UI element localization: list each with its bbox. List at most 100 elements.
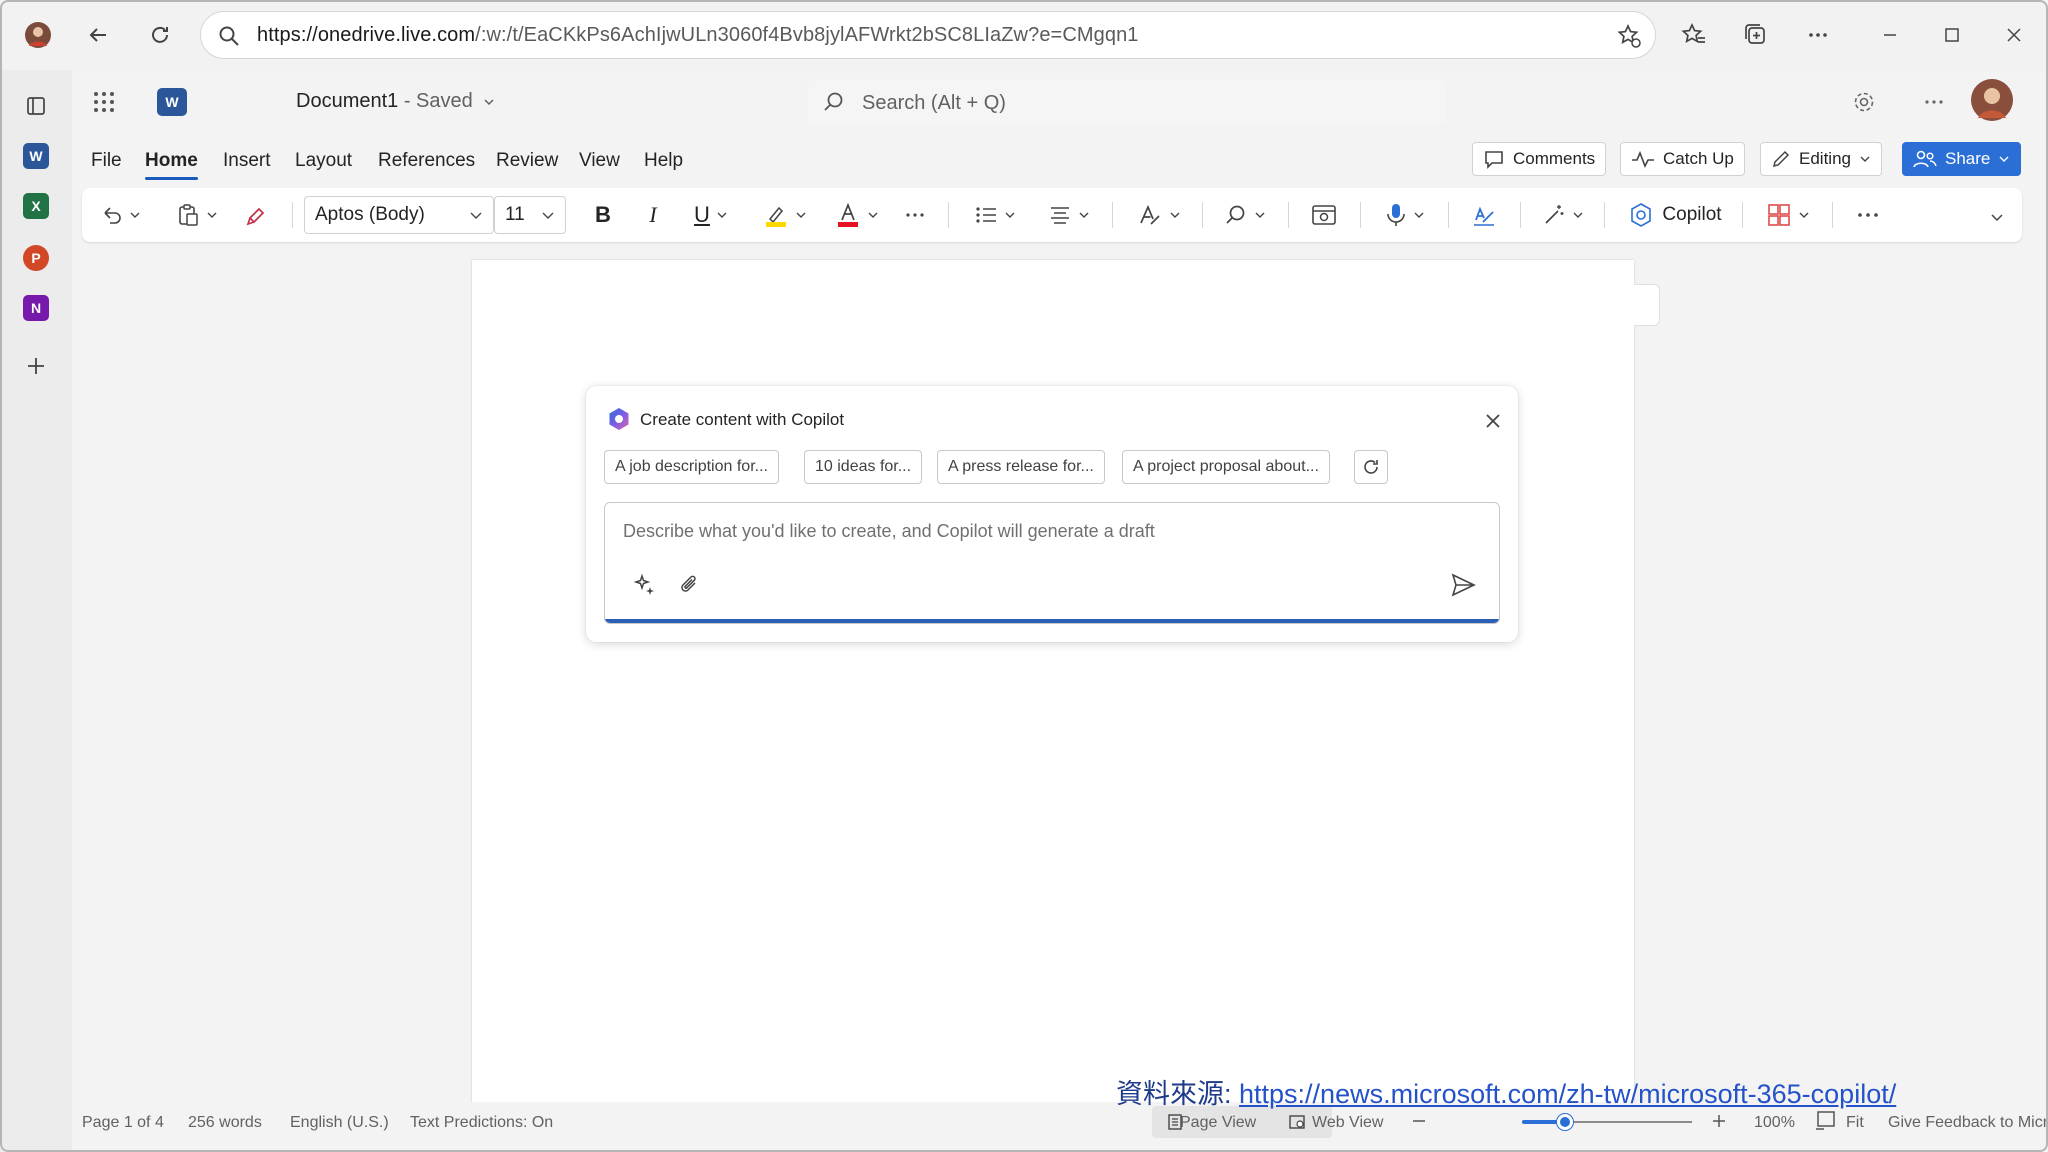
alignment-button[interactable] xyxy=(1042,198,1096,232)
excel-app-icon[interactable]: X xyxy=(20,190,52,222)
underline-glyph: U xyxy=(694,202,710,227)
ribbon-more-button[interactable] xyxy=(1850,198,1886,232)
language-status[interactable]: English (U.S.) xyxy=(290,1114,389,1132)
browser-profile-avatar[interactable] xyxy=(16,13,60,57)
ribbon-separator xyxy=(292,202,293,228)
font-color-button[interactable] xyxy=(830,198,884,232)
immersive-reader-button[interactable] xyxy=(1304,198,1344,232)
collections-icon[interactable] xyxy=(1734,13,1778,57)
styles-button[interactable] xyxy=(1132,198,1186,232)
add-favorite-icon[interactable] xyxy=(1607,14,1651,58)
highlight-color-button[interactable] xyxy=(758,198,812,232)
tab-home[interactable]: Home xyxy=(145,150,198,180)
document-title[interactable]: Document1 - Saved xyxy=(296,90,496,113)
refresh-icon[interactable] xyxy=(138,13,182,57)
powerpoint-app-icon[interactable]: P xyxy=(20,242,52,274)
tab-review[interactable]: Review xyxy=(496,150,558,172)
close-window-icon[interactable] xyxy=(1992,13,2036,57)
comments-button[interactable]: Comments xyxy=(1472,142,1607,176)
chevron-down-icon xyxy=(1799,212,1809,218)
refresh-suggestions-button[interactable] xyxy=(1354,450,1388,484)
address-bar[interactable]: https://onedrive.live.com/:w:/t/EaCKkPs6… xyxy=(200,11,1656,59)
fit-button[interactable]: Fit xyxy=(1774,1114,1864,1132)
zoom-slider-thumb[interactable] xyxy=(1556,1114,1573,1130)
ribbon-separator xyxy=(1360,202,1361,228)
tab-file[interactable]: File xyxy=(91,150,122,172)
format-painter-button[interactable] xyxy=(240,198,274,232)
bullets-button[interactable] xyxy=(968,198,1022,232)
suggestion-chip[interactable]: A press release for... xyxy=(937,450,1105,484)
app-launcher-icon[interactable] xyxy=(82,80,126,124)
zoom-out-icon[interactable] xyxy=(1408,1110,1430,1132)
find-button[interactable] xyxy=(1218,198,1272,232)
url-path: /:w:/t/EaCKkPs6AchIjwULn3060f4Bvb8jylAFW… xyxy=(475,24,1139,46)
catch-up-button[interactable]: Catch Up xyxy=(1620,142,1745,176)
send-icon[interactable] xyxy=(1449,571,1477,599)
word-app-icon[interactable]: W xyxy=(20,140,52,172)
search-box[interactable]: Search (Alt + Q) xyxy=(808,80,1446,124)
share-button[interactable]: Share xyxy=(1902,142,2022,176)
chevron-down-icon xyxy=(1255,212,1265,218)
share-label: Share xyxy=(1945,149,1991,168)
tab-references[interactable]: References xyxy=(378,150,475,172)
tabs-icon[interactable] xyxy=(20,90,52,122)
page-side-tab[interactable] xyxy=(1634,284,1660,326)
source-url-link[interactable]: https://news.microsoft.com/zh-tw/microso… xyxy=(1239,1079,1896,1109)
ribbon-separator xyxy=(1202,202,1203,228)
suggestion-chip[interactable]: 10 ideas for... xyxy=(804,450,923,484)
chevron-down-icon xyxy=(717,212,727,218)
minimize-icon[interactable] xyxy=(1868,13,1912,57)
add-app-icon[interactable] xyxy=(20,350,52,382)
font-size-dropdown[interactable]: 11 xyxy=(494,196,566,234)
editor-button[interactable] xyxy=(1464,198,1504,232)
zoom-level[interactable]: 100% xyxy=(1682,1114,1795,1132)
editing-mode-button[interactable]: Editing xyxy=(1760,142,1882,176)
copilot-label: Copilot xyxy=(1662,204,1722,225)
add-ins-button[interactable] xyxy=(1758,198,1818,232)
underline-button[interactable]: U xyxy=(686,198,736,232)
copilot-button[interactable]: Copilot xyxy=(1620,198,1730,232)
undo-button[interactable] xyxy=(96,198,146,232)
back-icon[interactable] xyxy=(76,13,120,57)
paste-button[interactable] xyxy=(172,198,222,232)
search-icon xyxy=(812,80,856,124)
font-color-icon xyxy=(838,202,858,227)
page-count[interactable]: Page 1 of 4 xyxy=(82,1114,164,1132)
favorites-icon[interactable] xyxy=(1672,13,1716,57)
ribbon-expand-button[interactable] xyxy=(1982,200,2012,234)
text-predictions-status[interactable]: Text Predictions: On xyxy=(410,1114,553,1132)
more-font-options-button[interactable] xyxy=(898,198,932,232)
feedback-link[interactable]: Give Feedback to Microsoft xyxy=(1816,1114,2048,1132)
attach-icon[interactable] xyxy=(679,573,701,597)
document-name: Document1 xyxy=(296,90,399,112)
ribbon-separator xyxy=(1112,202,1113,228)
source-prefix: 資料來源: xyxy=(1116,1079,1240,1109)
account-avatar[interactable] xyxy=(1970,78,2014,122)
tab-layout[interactable]: Layout xyxy=(295,150,352,172)
zoom-slider[interactable] xyxy=(1522,1114,1692,1130)
browser-more-icon[interactable] xyxy=(1796,13,1840,57)
suggestion-chip[interactable]: A job description for... xyxy=(604,450,779,484)
magic-wand-icon xyxy=(1545,205,1564,224)
app-rail: W X P N xyxy=(0,70,72,1152)
maximize-icon[interactable] xyxy=(1930,13,1974,57)
close-icon[interactable] xyxy=(1478,406,1508,436)
copilot-prompt-input[interactable]: Describe what you'd like to create, and … xyxy=(604,502,1500,624)
word-count[interactable]: 256 words xyxy=(188,1114,262,1132)
italic-button[interactable]: I xyxy=(636,198,670,232)
tab-view[interactable]: View xyxy=(579,150,620,172)
more-options-icon[interactable] xyxy=(1912,80,1956,124)
bold-button[interactable]: B xyxy=(586,198,620,232)
sparkle-prompts-icon[interactable] xyxy=(633,573,657,597)
chevron-down-icon xyxy=(868,212,878,218)
dictate-button[interactable] xyxy=(1378,198,1432,232)
immersive-reader-icon xyxy=(1312,205,1336,225)
font-name-dropdown[interactable]: Aptos (Body) xyxy=(304,196,494,234)
onenote-app-icon[interactable]: N xyxy=(20,292,52,324)
suggestion-chip[interactable]: A project proposal about... xyxy=(1122,450,1330,484)
settings-gear-icon[interactable] xyxy=(1842,80,1886,124)
tab-help[interactable]: Help xyxy=(644,150,683,172)
designer-button[interactable] xyxy=(1536,198,1590,232)
web-view-label: Web View xyxy=(1312,1114,1384,1131)
tab-insert[interactable]: Insert xyxy=(223,150,271,172)
